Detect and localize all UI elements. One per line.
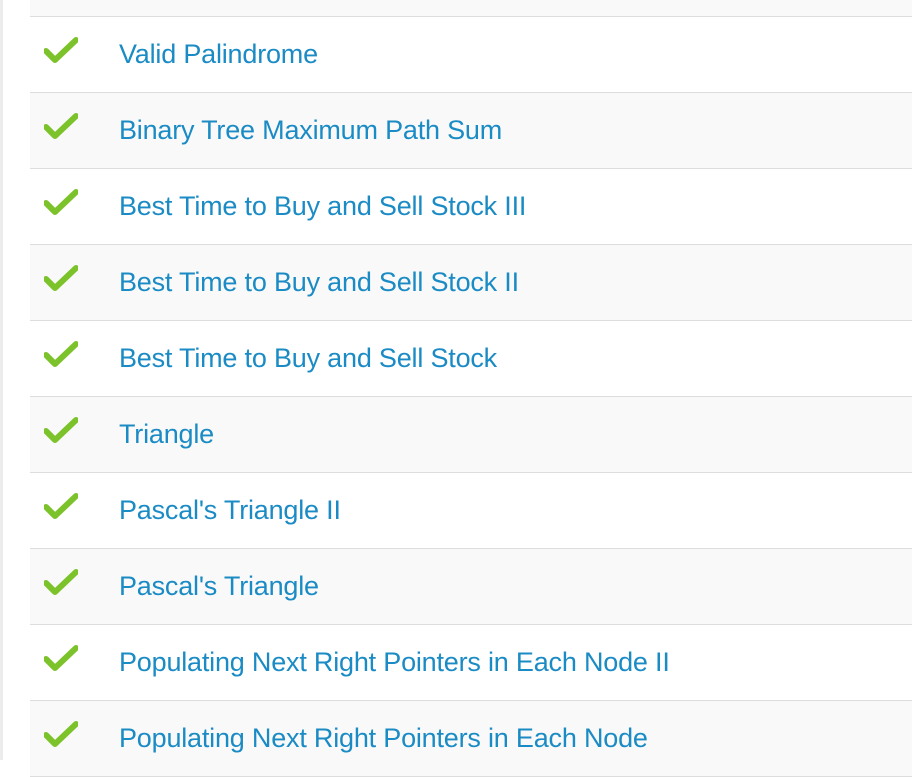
problem-link[interactable]: Best Time to Buy and Sell Stock II xyxy=(119,265,519,299)
checkmark-icon xyxy=(44,265,78,291)
problem-list: Valid Palindrome Binary Tree Maximum Pat… xyxy=(30,0,912,777)
problem-row: Binary Tree Maximum Path Sum xyxy=(30,93,912,169)
checkmark-icon xyxy=(44,493,78,519)
problem-link[interactable]: Valid Palindrome xyxy=(119,37,318,71)
problem-row: Populating Next Right Pointers in Each N… xyxy=(30,701,912,777)
problem-row: Pascal's Triangle II xyxy=(30,473,912,549)
problem-link[interactable]: Populating Next Right Pointers in Each N… xyxy=(119,721,648,755)
problem-link[interactable]: Best Time to Buy and Sell Stock III xyxy=(119,189,526,223)
checkmark-icon xyxy=(44,569,78,595)
problem-row: Best Time to Buy and Sell Stock xyxy=(30,321,912,397)
problem-row: Best Time to Buy and Sell Stock II xyxy=(30,245,912,321)
checkmark-icon xyxy=(44,113,78,139)
checkmark-icon xyxy=(44,37,78,63)
problem-row: Valid Palindrome xyxy=(30,17,912,93)
checkmark-icon xyxy=(44,721,78,747)
problem-link[interactable]: Best Time to Buy and Sell Stock xyxy=(119,341,497,375)
previous-row-edge xyxy=(30,0,912,17)
checkmark-icon xyxy=(44,645,78,671)
checkmark-icon xyxy=(44,341,78,367)
problem-row: Triangle xyxy=(30,397,912,473)
problem-row: Populating Next Right Pointers in Each N… xyxy=(30,625,912,701)
problem-row: Pascal's Triangle xyxy=(30,549,912,625)
left-border xyxy=(0,0,3,760)
problem-link[interactable]: Binary Tree Maximum Path Sum xyxy=(119,113,502,147)
problem-link[interactable]: Populating Next Right Pointers in Each N… xyxy=(119,645,670,679)
problem-link[interactable]: Pascal's Triangle II xyxy=(119,493,341,527)
problem-link[interactable]: Pascal's Triangle xyxy=(119,569,319,603)
checkmark-icon xyxy=(44,189,78,215)
problem-link[interactable]: Triangle xyxy=(119,417,214,451)
problem-row: Best Time to Buy and Sell Stock III xyxy=(30,169,912,245)
checkmark-icon xyxy=(44,417,78,443)
